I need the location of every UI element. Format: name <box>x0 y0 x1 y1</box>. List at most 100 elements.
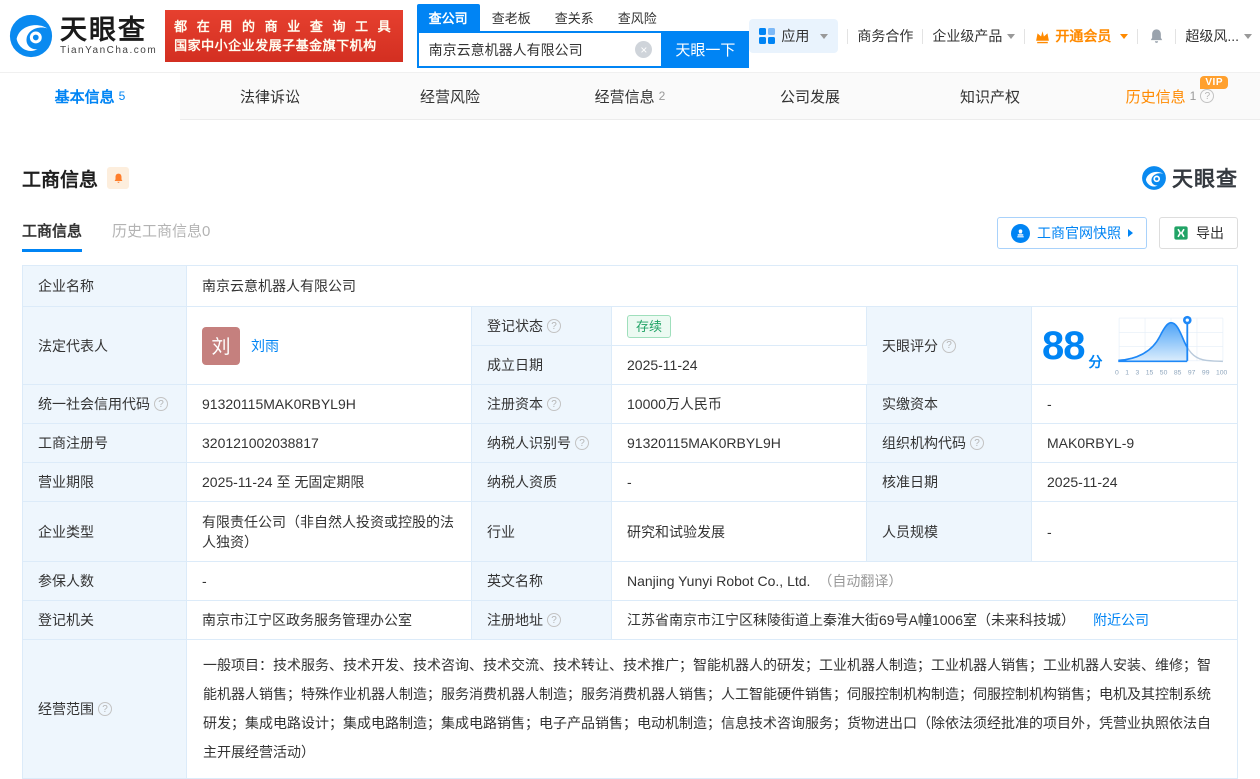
field-label: 纳税人资质 <box>472 463 612 502</box>
top-nav: 应用 商务合作 企业级产品 开通会员 超级风... <box>749 19 1252 53</box>
nearby-companies-link[interactable]: 附近公司 <box>1093 610 1149 630</box>
excel-icon <box>1174 226 1188 240</box>
table-row: 企业类型 有限责任公司（非自然人投资或控股的法人独资） 行业 研究和试验发展 人… <box>23 502 1237 562</box>
arrow-right-icon <box>1128 229 1133 237</box>
search-input-wrap: × <box>416 31 662 68</box>
tab-intellectual-property[interactable]: 知识产权 <box>900 73 1080 119</box>
field-label: 登记机关 <box>23 601 187 640</box>
search-tab-relation[interactable]: 查关系 <box>543 4 606 31</box>
company-tabs: 基本信息 5 法律诉讼 经营风险 经营信息 2 公司发展 知识产权 VIP 历史… <box>0 72 1260 120</box>
tianyancha-eye-icon <box>1142 166 1166 190</box>
legal-rep-link[interactable]: 刘雨 <box>251 336 279 356</box>
help-icon[interactable]: ? <box>575 436 589 450</box>
score-unit: 分 <box>1088 354 1103 370</box>
notification-bell[interactable] <box>1147 27 1166 46</box>
slogan-banner: 都 在 用 的 商 业 查 询 工 具 国家中小企业发展子基金旗下机构 <box>165 10 403 62</box>
search-input[interactable] <box>418 33 662 66</box>
subtab-history-registration[interactable]: 历史工商信息0 <box>112 220 210 252</box>
field-label: 实缴资本 <box>867 385 1032 424</box>
help-icon[interactable]: ? <box>547 397 561 411</box>
auto-translate-note: （自动翻译） <box>818 573 903 589</box>
tab-operational-risk[interactable]: 经营风险 <box>360 73 540 119</box>
reg-authority-value: 南京市江宁区政务服务管理办公室 <box>187 601 472 640</box>
help-icon[interactable]: ? <box>547 319 561 333</box>
main-content: 工商信息 天眼查 工商信息 历史工商信息0 工商官网快照 导出 企业名称 南京云… <box>0 163 1260 779</box>
help-icon[interactable]: ? <box>942 338 956 353</box>
field-label: 企业名称 <box>23 266 187 307</box>
table-row: 企业名称 南京云意机器人有限公司 <box>23 266 1237 307</box>
watermark-logo: 天眼查 <box>1141 163 1238 193</box>
grid-icon <box>759 28 776 44</box>
table-row: 工商注册号 320121002038817 纳税人识别号? 91320115MA… <box>23 424 1237 463</box>
stamp-icon <box>1011 223 1030 243</box>
company-name-value: 南京云意机器人有限公司 <box>187 266 1237 307</box>
tab-count: 2 <box>658 89 666 103</box>
nav-super-risk[interactable]: 超级风... <box>1185 26 1252 46</box>
field-label: 核准日期 <box>867 463 1032 502</box>
field-label: 英文名称 <box>472 562 612 601</box>
field-label: 组织机构代码? <box>867 424 1032 463</box>
table-row: 营业期限 2025-11-24 至 无固定期限 纳税人资质 - 核准日期 202… <box>23 463 1237 502</box>
tab-business-info[interactable]: 经营信息 2 <box>540 73 720 119</box>
business-info-table: 企业名称 南京云意机器人有限公司 法定代表人 刘 刘雨 登记状态? 存续 天眼评… <box>22 265 1238 779</box>
help-icon[interactable]: ? <box>1200 89 1215 103</box>
company-type-value: 有限责任公司（非自然人投资或控股的法人独资） <box>187 502 472 562</box>
nav-cooperation[interactable]: 商务合作 <box>857 26 913 46</box>
apps-label: 应用 <box>781 28 810 44</box>
search-module: 查公司 查老板 查关系 查风险 × 天眼一下 <box>416 4 750 68</box>
help-icon[interactable]: ? <box>547 613 561 627</box>
tab-basic-info[interactable]: 基本信息 5 <box>0 73 180 120</box>
logo-subtitle: TianYanCha.com <box>60 44 158 56</box>
taxpayer-id-value: 91320115MAK0RBYL9H <box>612 424 867 463</box>
field-label: 营业期限 <box>23 463 187 502</box>
chevron-down-icon <box>1244 33 1252 39</box>
taxpayer-quality-value: - <box>612 463 867 502</box>
tab-legal-litigation[interactable]: 法律诉讼 <box>180 73 360 119</box>
tianyancha-logo[interactable]: 天眼查 TianYanCha.com <box>8 13 157 59</box>
search-tabs: 查公司 查老板 查关系 查风险 <box>416 4 750 31</box>
tab-count: 1 <box>1189 89 1197 103</box>
insured-count-value: - <box>187 562 472 601</box>
monitor-bell-icon[interactable] <box>107 167 130 189</box>
field-label: 参保人数 <box>23 562 187 601</box>
field-label: 注册资本? <box>472 385 612 424</box>
nav-vip[interactable]: 开通会员 <box>1034 26 1129 46</box>
help-icon[interactable]: ? <box>154 397 168 411</box>
table-row: 登记机关 南京市江宁区政务服务管理办公室 注册地址? 江苏省南京市江宁区秣陵街道… <box>23 601 1237 640</box>
english-name-value: Nanjing Yunyi Robot Co., Ltd. （自动翻译） <box>612 562 1237 601</box>
tianyancha-eye-icon <box>9 14 53 58</box>
field-label: 工商注册号 <box>23 424 187 463</box>
score-value: 88 <box>1042 323 1085 368</box>
business-term-value: 2025-11-24 至 无固定期限 <box>187 463 472 502</box>
chevron-down-icon <box>1120 33 1129 39</box>
paid-capital-value: - <box>1032 385 1237 424</box>
table-row: 参保人数 - 英文名称 Nanjing Yunyi Robot Co., Ltd… <box>23 562 1237 601</box>
apps-menu[interactable]: 应用 <box>749 19 839 53</box>
search-tab-boss[interactable]: 查老板 <box>480 4 543 31</box>
crown-icon <box>1036 30 1050 43</box>
bell-icon <box>1151 28 1163 43</box>
table-row: 统一社会信用代码? 91320115MAK0RBYL9H 注册资本? 10000… <box>23 385 1237 424</box>
field-label: 法定代表人 <box>23 307 187 385</box>
field-label: 经营范围? <box>23 640 187 778</box>
tab-company-development[interactable]: 公司发展 <box>720 73 900 119</box>
field-label: 人员规模 <box>867 502 1032 562</box>
export-button[interactable]: 导出 <box>1159 217 1238 249</box>
subtab-business-registration[interactable]: 工商信息 <box>22 220 83 252</box>
table-row: 经营范围? 一般项目：技术服务、技术开发、技术咨询、技术交流、技术转让、技术推广… <box>23 640 1237 778</box>
help-icon[interactable]: ? <box>970 436 984 450</box>
avatar[interactable]: 刘 <box>202 326 240 365</box>
nav-enterprise[interactable]: 企业级产品 <box>932 26 1016 46</box>
top-bar: 天眼查 TianYanCha.com 都 在 用 的 商 业 查 询 工 具 国… <box>0 0 1260 72</box>
search-tab-risk[interactable]: 查风险 <box>606 4 669 31</box>
help-icon[interactable]: ? <box>98 702 112 716</box>
vip-badge: VIP <box>1200 76 1228 89</box>
tab-history-info[interactable]: VIP 历史信息 1 ? <box>1080 73 1260 119</box>
credit-code-value: 91320115MAK0RBYL9H <box>187 385 472 424</box>
search-button[interactable]: 天眼一下 <box>661 31 750 68</box>
divider <box>1175 28 1177 44</box>
logo-title: 天眼查 <box>60 15 147 46</box>
search-tab-company[interactable]: 查公司 <box>416 4 480 31</box>
official-snapshot-button[interactable]: 工商官网快照 <box>997 217 1147 249</box>
reg-number-value: 320121002038817 <box>187 424 472 463</box>
